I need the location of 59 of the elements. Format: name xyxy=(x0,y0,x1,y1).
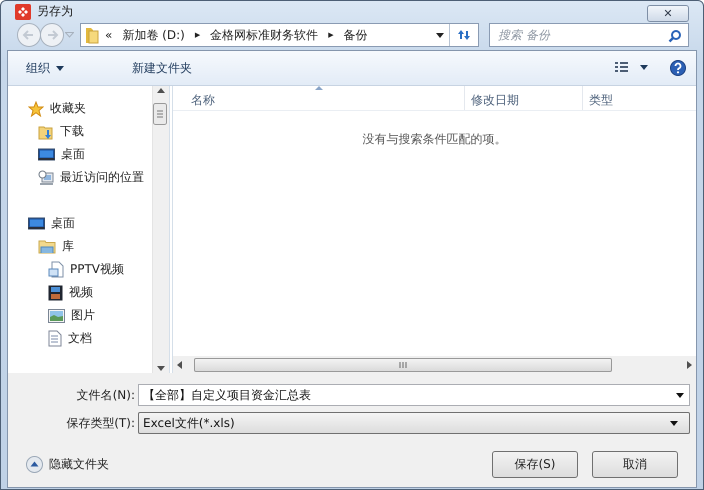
nav-item[interactable]: 下载 xyxy=(60,123,84,140)
save-button[interactable]: 保存(S) xyxy=(492,451,578,478)
nav-item[interactable]: 桌面 xyxy=(61,146,85,163)
nav-item[interactable]: 图片 xyxy=(71,307,95,324)
breadcrumb[interactable]: 新加卷 (D:) xyxy=(122,26,185,44)
file-name-field[interactable]: 【全部】自定义项目资金汇总表 xyxy=(138,384,690,406)
close-button[interactable]: ✕ xyxy=(647,5,689,22)
scroll-thumb[interactable] xyxy=(194,358,612,372)
help-icon[interactable] xyxy=(670,60,686,76)
star-icon xyxy=(28,100,44,116)
nav-item[interactable]: 桌面 xyxy=(51,215,75,232)
view-options-icon[interactable] xyxy=(614,61,650,75)
nav-item[interactable]: 库 xyxy=(62,238,74,255)
organize-button[interactable]: 组织 xyxy=(26,56,64,80)
image-icon xyxy=(48,308,65,322)
library-folder-icon xyxy=(38,239,56,254)
nav-item[interactable]: 视频 xyxy=(69,284,93,301)
window-title: 另存为 xyxy=(37,3,73,20)
collapse-up-icon xyxy=(26,456,43,473)
search-input[interactable]: 搜索 备份 xyxy=(490,27,668,43)
nav-item[interactable]: 收藏夹 xyxy=(50,100,86,117)
document-icon xyxy=(48,261,64,278)
new-folder-button[interactable]: 新建文件夹 xyxy=(132,56,192,80)
column-header[interactable]: 名称 xyxy=(173,86,465,110)
cancel-button[interactable]: 取消 xyxy=(592,451,678,478)
search-field[interactable]: 搜索 备份 xyxy=(489,23,689,47)
monitor-icon xyxy=(38,148,55,162)
hide-folders-button[interactable]: 隐藏文件夹 xyxy=(26,456,109,473)
dropdown-icon[interactable] xyxy=(436,32,444,38)
scroll-thumb[interactable] xyxy=(153,103,167,125)
folder-download-icon xyxy=(38,124,54,140)
overflow-chevron[interactable]: « xyxy=(105,28,112,42)
scroll-up-icon[interactable] xyxy=(157,88,165,93)
scroll-right-icon[interactable] xyxy=(687,360,692,368)
film-icon xyxy=(48,284,63,300)
nav-item[interactable]: 文档 xyxy=(68,330,92,347)
caret-icon xyxy=(676,392,684,398)
file-type-dropdown[interactable]: Excel文件(*.xls) xyxy=(138,412,690,434)
folder-icon xyxy=(85,26,99,44)
caret-icon xyxy=(56,66,64,70)
search-icon[interactable] xyxy=(668,28,682,42)
recent-places-icon xyxy=(38,170,54,186)
breadcrumb[interactable]: 金格网标准财务软件 xyxy=(210,26,318,44)
empty-message: 没有与搜索条件匹配的项。 xyxy=(362,132,506,146)
nav-item[interactable]: 最近访问的位置 xyxy=(60,169,144,186)
scroll-down-icon[interactable] xyxy=(157,366,165,371)
monitor-icon xyxy=(28,216,45,230)
sort-arrow-icon xyxy=(314,86,322,90)
column-header[interactable]: 修改日期 xyxy=(465,86,583,110)
refresh-icon[interactable] xyxy=(456,28,472,42)
text-document-icon xyxy=(48,330,62,347)
caret-icon xyxy=(670,420,678,426)
field-label: 保存类型(T): xyxy=(65,414,136,432)
scroll-left-icon[interactable] xyxy=(177,360,182,368)
nav-item[interactable]: PPTV视频 xyxy=(70,261,124,278)
column-header[interactable]: 类型 xyxy=(583,86,696,110)
breadcrumb[interactable]: 备份 xyxy=(344,26,368,44)
app-icon xyxy=(15,4,31,20)
field-label: 文件名(N): xyxy=(76,386,136,404)
